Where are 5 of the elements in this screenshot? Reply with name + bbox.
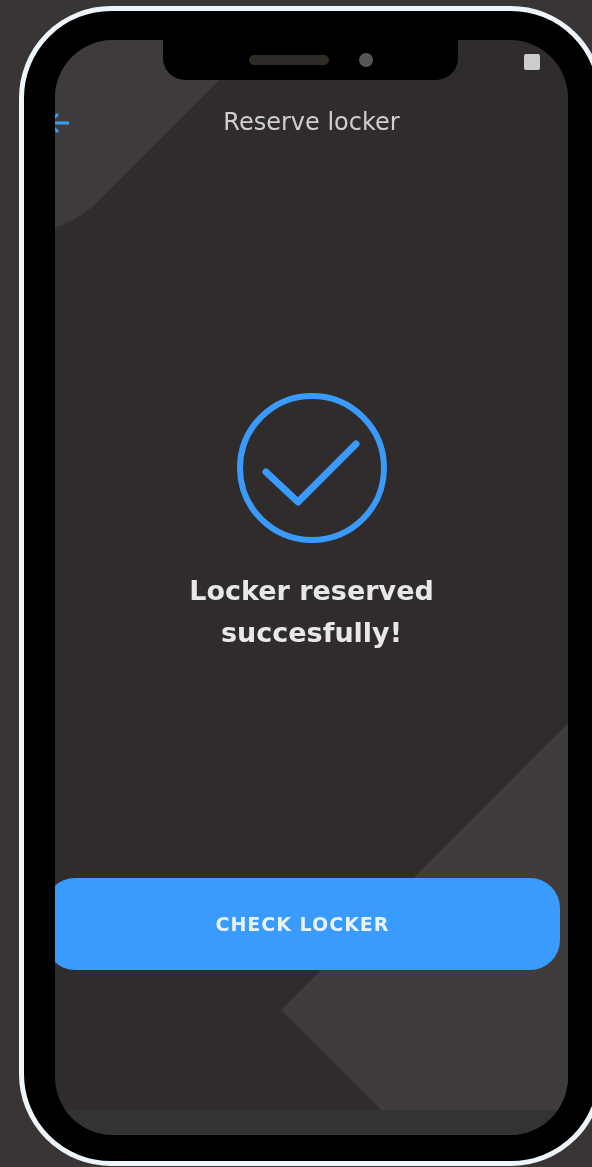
screen-title: Reserve locker	[223, 108, 400, 136]
checkmark-circle-icon	[235, 392, 388, 544]
status-icon	[524, 54, 540, 70]
check-locker-button[interactable]: CHECK LOCKER	[55, 878, 560, 970]
success-message: Locker reserved succesfully!	[188, 574, 435, 650]
